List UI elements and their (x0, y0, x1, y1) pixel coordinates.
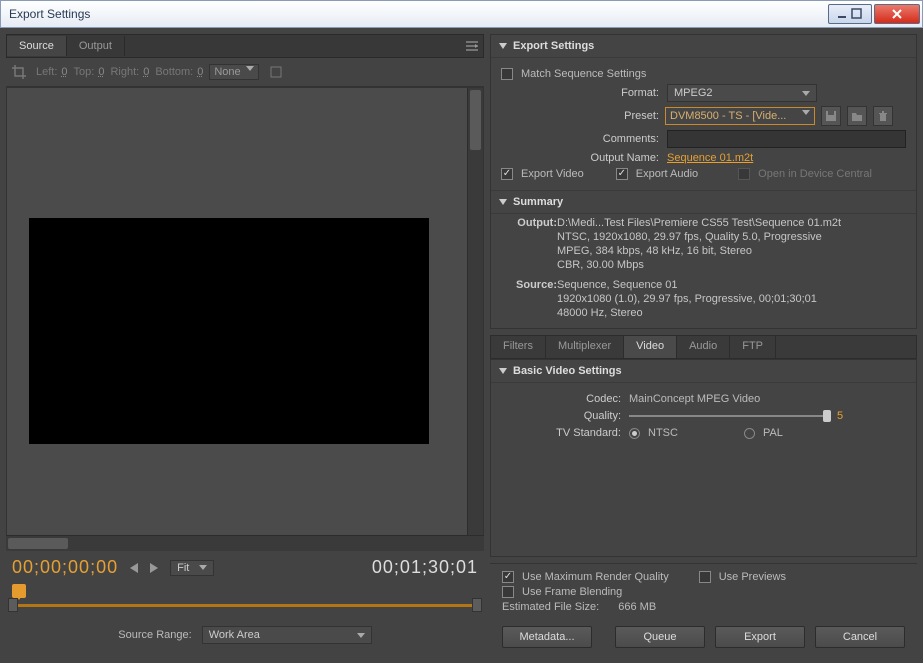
use-previews-label: Use Previews (719, 571, 786, 583)
export-video-label: Export Video (521, 168, 584, 180)
format-select[interactable]: MPEG2 (667, 84, 817, 102)
estimated-size-value: 666 MB (618, 601, 656, 613)
tab-source[interactable]: Source (7, 36, 67, 56)
crop-top-value[interactable]: 0 (98, 66, 104, 78)
out-point-handle[interactable] (472, 598, 482, 612)
playhead-icon[interactable] (12, 584, 26, 598)
source-range-label: Source Range: (118, 629, 191, 641)
max-render-quality-checkbox[interactable] (502, 571, 514, 583)
frame-blending-checkbox[interactable] (502, 586, 514, 598)
codec-value: MainConcept MPEG Video (629, 393, 760, 405)
ntsc-radio[interactable] (629, 428, 640, 439)
tab-multiplexer[interactable]: Multiplexer (546, 336, 624, 358)
source-range-select[interactable]: Work Area (202, 626, 372, 644)
tab-filters[interactable]: Filters (491, 336, 546, 358)
queue-button[interactable]: Queue (615, 626, 705, 648)
step-fwd-icon[interactable] (150, 563, 158, 573)
open-device-central-label: Open in Device Central (758, 168, 872, 180)
preset-label: Preset: (501, 110, 659, 122)
summary-source-label: Source: (501, 278, 557, 292)
crop-top-label: Top: (74, 66, 95, 78)
source-range-value: Work Area (209, 629, 260, 641)
tv-standard-label: TV Standard: (501, 427, 621, 439)
format-label: Format: (501, 87, 659, 99)
step-back-icon[interactable] (130, 563, 138, 573)
crop-left-value[interactable]: 0 (61, 66, 67, 78)
minimize-maximize-buttons[interactable] (828, 4, 872, 24)
crop-left-label: Left: (36, 66, 57, 78)
open-device-central-checkbox (738, 168, 750, 180)
cancel-button[interactable]: Cancel (815, 626, 905, 648)
settings-tabs: Filters Multiplexer Video Audio FTP (490, 335, 917, 359)
preview-area[interactable] (7, 88, 467, 535)
zoom-select[interactable]: Fit (170, 560, 214, 576)
crop-scale-value: None (214, 66, 240, 78)
use-previews-checkbox[interactable] (699, 571, 711, 583)
timeline[interactable] (12, 584, 478, 618)
close-button[interactable] (874, 4, 920, 24)
export-settings-heading: Export Settings (513, 40, 594, 52)
crop-right-value[interactable]: 0 (143, 66, 149, 78)
preset-select[interactable]: DVM8500 - TS - [Vide... (665, 107, 815, 125)
export-video-checkbox[interactable] (501, 168, 513, 180)
pal-radio[interactable] (744, 428, 755, 439)
tab-ftp[interactable]: FTP (730, 336, 776, 358)
twirl-icon[interactable] (499, 199, 507, 205)
pal-label: PAL (763, 427, 783, 439)
crop-bottom-label: Bottom: (155, 66, 193, 78)
ntsc-label: NTSC (648, 427, 678, 439)
tab-video[interactable]: Video (624, 336, 677, 358)
titlebar: Export Settings (0, 0, 923, 28)
comments-input[interactable] (667, 130, 906, 148)
duration-timecode: 00;01;30;01 (372, 557, 478, 578)
frame-blending-label: Use Frame Blending (522, 586, 622, 598)
twirl-icon[interactable] (499, 368, 507, 374)
quality-slider[interactable] (629, 409, 829, 423)
video-preview (29, 218, 429, 444)
crop-preset-icon[interactable] (265, 62, 287, 82)
summary-heading: Summary (513, 196, 563, 208)
horizontal-scrollbar[interactable] (6, 535, 484, 551)
crop-right-label: Right: (110, 66, 139, 78)
window-title: Export Settings (9, 7, 826, 21)
tab-output[interactable]: Output (67, 36, 125, 56)
summary-output-value: D:\Medi...Test Files\Premiere CS55 Test\… (557, 216, 898, 272)
match-sequence-label: Match Sequence Settings (521, 68, 646, 80)
export-button[interactable]: Export (715, 626, 805, 648)
match-sequence-checkbox[interactable] (501, 68, 513, 80)
quality-label: Quality: (501, 410, 621, 422)
zoom-value: Fit (177, 562, 189, 574)
summary-output-label: Output: (501, 216, 557, 230)
tab-audio[interactable]: Audio (677, 336, 730, 358)
estimated-size-label: Estimated File Size: (502, 601, 599, 613)
crop-toolbar: Left:0 Top:0 Right:0 Bottom:0 None (6, 58, 484, 87)
quality-value[interactable]: 5 (837, 410, 843, 422)
summary-source-value: Sequence, Sequence 01 1920x1080 (1.0), 2… (557, 278, 898, 320)
twirl-icon[interactable] (499, 43, 507, 49)
comments-label: Comments: (501, 133, 659, 145)
vertical-scrollbar[interactable] (467, 88, 483, 535)
preview-tabs: Source Output (6, 34, 484, 58)
delete-preset-icon[interactable] (873, 106, 893, 126)
crop-icon[interactable] (8, 62, 30, 82)
output-name-link[interactable]: Sequence 01.m2t (667, 152, 753, 164)
import-preset-icon[interactable] (847, 106, 867, 126)
basic-video-heading: Basic Video Settings (513, 365, 622, 377)
crop-scale-select[interactable]: None (209, 64, 259, 80)
save-preset-icon[interactable] (821, 106, 841, 126)
max-render-quality-label: Use Maximum Render Quality (522, 571, 669, 583)
crop-bottom-value[interactable]: 0 (197, 66, 203, 78)
format-value: MPEG2 (674, 87, 713, 99)
metadata-button[interactable]: Metadata... (502, 626, 592, 648)
preset-value: DVM8500 - TS - [Vide... (670, 110, 786, 122)
output-name-label: Output Name: (501, 152, 659, 164)
codec-label: Codec: (501, 393, 621, 405)
in-point-handle[interactable] (8, 598, 18, 612)
current-timecode[interactable]: 00;00;00;00 (12, 557, 118, 578)
panel-menu-icon[interactable] (461, 36, 483, 56)
export-audio-checkbox[interactable] (616, 168, 628, 180)
export-audio-label: Export Audio (636, 168, 698, 180)
